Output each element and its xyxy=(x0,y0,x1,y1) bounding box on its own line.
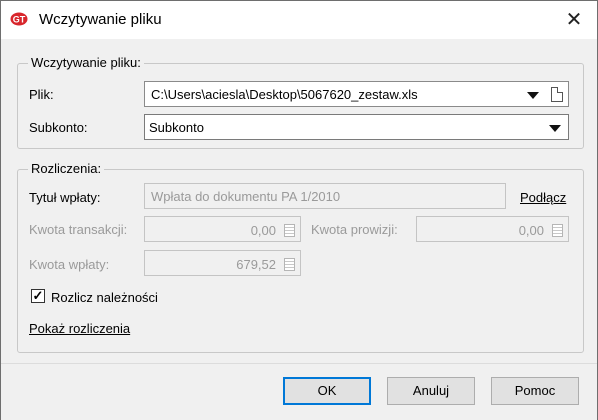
settlements-group-legend: Rozliczenia: xyxy=(28,161,105,176)
transaction-amount-label: Kwota transakcji: xyxy=(29,222,128,237)
file-label: Plik: xyxy=(29,87,54,102)
transaction-amount-field: 0,00 xyxy=(144,216,301,242)
commission-amount-field: 0,00 xyxy=(416,216,569,242)
payment-amount-field: 679,52 xyxy=(144,250,301,276)
file-path-combobox[interactable]: C:\Users\aciesla\Desktop\5067620_zestaw.… xyxy=(144,81,569,107)
dialog-body: Wczytywanie pliku: Plik: C:\Users\aciesl… xyxy=(1,39,597,363)
payment-amount-value: 679,52 xyxy=(236,257,276,272)
calculator-icon xyxy=(284,224,295,237)
transaction-amount-value: 0,00 xyxy=(250,223,276,238)
chevron-down-icon[interactable] xyxy=(549,125,561,132)
file-browse-icon[interactable] xyxy=(551,87,563,102)
commission-amount-label: Kwota prowizji: xyxy=(311,222,398,237)
payment-title-value: Wpłata do dokumentu PA 1/2010 xyxy=(151,189,341,204)
commission-amount-value: 0,00 xyxy=(518,223,544,238)
cancel-button[interactable]: Anuluj xyxy=(387,377,475,405)
ok-button[interactable]: OK xyxy=(283,377,371,405)
calculator-icon xyxy=(284,258,295,271)
payment-title-field: Wpłata do dokumentu PA 1/2010 xyxy=(144,183,506,209)
dialog-window: GT Wczytywanie pliku ✕ Wczytywanie pliku… xyxy=(0,0,598,420)
subaccount-label: Subkonto: xyxy=(29,120,88,135)
show-settlements-link[interactable]: Pokaż rozliczenia xyxy=(29,321,130,336)
subaccount-combobox[interactable]: Subkonto xyxy=(144,114,569,140)
subaccount-value: Subkonto xyxy=(149,120,204,135)
payment-title-label: Tytuł wpłaty: xyxy=(29,190,101,205)
attach-link[interactable]: Podłącz xyxy=(520,190,566,205)
app-logo-icon: GT xyxy=(10,12,28,26)
close-icon[interactable]: ✕ xyxy=(551,1,597,39)
settle-receivables-checkbox[interactable]: ✓ xyxy=(31,289,45,303)
file-group-legend: Wczytywanie pliku: xyxy=(28,55,144,70)
chevron-down-icon[interactable] xyxy=(527,92,539,99)
file-path-value: C:\Users\aciesla\Desktop\5067620_zestaw.… xyxy=(151,87,418,102)
button-bar: OK Anuluj Pomoc xyxy=(1,363,597,420)
window-title: Wczytywanie pliku xyxy=(39,11,162,28)
help-button[interactable]: Pomoc xyxy=(491,377,579,405)
svg-text:GT: GT xyxy=(13,15,26,25)
payment-amount-label: Kwota wpłaty: xyxy=(29,257,110,272)
title-bar: GT Wczytywanie pliku ✕ xyxy=(1,1,597,39)
settle-receivables-label[interactable]: Rozlicz należności xyxy=(51,290,158,305)
calculator-icon xyxy=(552,224,563,237)
